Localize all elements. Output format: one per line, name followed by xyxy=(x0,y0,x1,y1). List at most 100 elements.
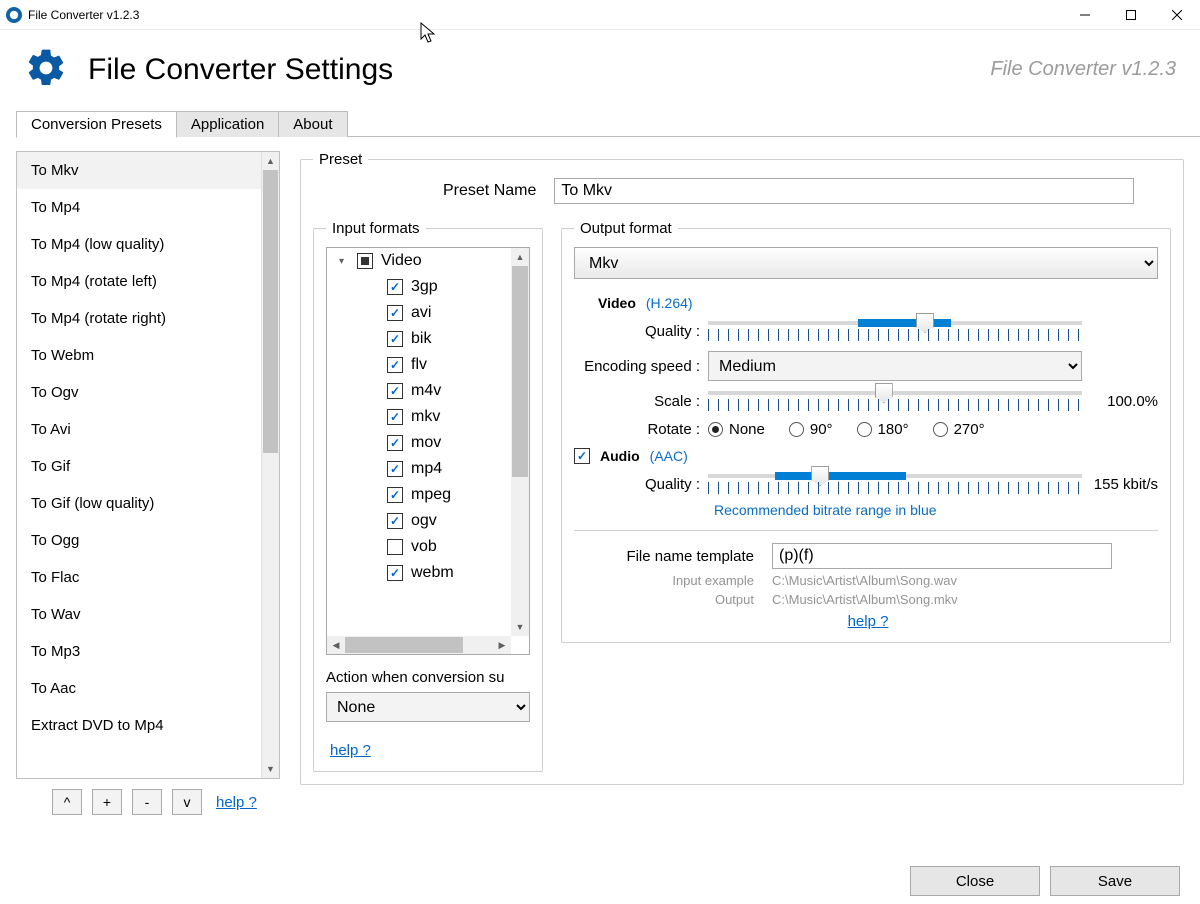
video-quality-label: Quality : xyxy=(574,323,708,340)
preset-list-item[interactable]: To Gif (low quality) xyxy=(17,485,279,522)
add-preset-button[interactable]: + xyxy=(92,789,122,815)
preset-list-item[interactable]: To Ogg xyxy=(17,522,279,559)
format-checkbox[interactable] xyxy=(387,487,403,503)
format-checkbox[interactable] xyxy=(387,539,403,555)
format-item[interactable]: mpeg xyxy=(327,482,529,508)
audio-codec-label: (AAC) xyxy=(650,448,688,464)
preset-list-scrollbar[interactable]: ▲ ▼ xyxy=(261,152,279,778)
encoding-speed-label: Encoding speed : xyxy=(574,358,708,375)
format-checkbox[interactable] xyxy=(387,279,403,295)
scroll-down-icon[interactable]: ▼ xyxy=(511,618,529,636)
collapse-icon[interactable]: ▾ xyxy=(339,256,349,267)
scale-label: Scale : xyxy=(574,393,708,410)
version-label: File Converter v1.2.3 xyxy=(990,58,1176,81)
tree-scrollbar-vertical[interactable]: ▲ ▼ xyxy=(511,248,529,636)
preset-list-item[interactable]: To Gif xyxy=(17,448,279,485)
format-label: mp4 xyxy=(411,460,442,478)
format-item[interactable]: webm xyxy=(327,560,529,586)
format-item[interactable]: mp4 xyxy=(327,456,529,482)
preset-list-item[interactable]: To Webm xyxy=(17,337,279,374)
format-checkbox[interactable] xyxy=(387,357,403,373)
tab-conversion-presets[interactable]: Conversion Presets xyxy=(16,111,177,138)
filename-help-link[interactable]: help ? xyxy=(848,613,889,630)
move-up-button[interactable]: ^ xyxy=(52,789,82,815)
preset-list-item[interactable]: To Aac xyxy=(17,670,279,707)
move-down-button[interactable]: v xyxy=(172,789,202,815)
rotate-radio[interactable]: 270° xyxy=(933,421,985,438)
minimize-button[interactable] xyxy=(1062,0,1108,30)
format-item[interactable]: ogv xyxy=(327,508,529,534)
format-item[interactable]: m4v xyxy=(327,378,529,404)
app-icon xyxy=(6,7,22,23)
preset-list-item[interactable]: To Avi xyxy=(17,411,279,448)
format-checkbox[interactable] xyxy=(387,461,403,477)
format-checkbox[interactable] xyxy=(387,435,403,451)
scroll-right-icon[interactable]: ▶ xyxy=(493,636,511,654)
preset-list-item[interactable]: To Mkv xyxy=(17,152,279,189)
tree-scrollbar-horizontal[interactable]: ◀ ▶ xyxy=(327,636,511,654)
preset-list-item[interactable]: To Wav xyxy=(17,596,279,633)
format-checkbox[interactable] xyxy=(387,409,403,425)
preset-name-input[interactable] xyxy=(554,178,1134,204)
preset-list-item[interactable]: To Mp4 (low quality) xyxy=(17,226,279,263)
rotate-radio[interactable]: None xyxy=(708,421,765,438)
audio-enabled-checkbox[interactable] xyxy=(574,448,590,464)
rotate-radio[interactable]: 90° xyxy=(789,421,833,438)
format-checkbox[interactable] xyxy=(387,565,403,581)
output-format-select[interactable]: Mkv xyxy=(574,247,1158,279)
preset-list-item[interactable]: To Ogv xyxy=(17,374,279,411)
scale-slider[interactable] xyxy=(708,387,1082,415)
encoding-speed-select[interactable]: Medium xyxy=(708,351,1082,381)
preset-list-item[interactable]: To Mp4 (rotate left) xyxy=(17,263,279,300)
scrollbar-thumb[interactable] xyxy=(263,170,278,453)
preset-list-item[interactable]: To Mp3 xyxy=(17,633,279,670)
format-checkbox[interactable] xyxy=(387,383,403,399)
format-item[interactable]: mov xyxy=(327,430,529,456)
page-title: File Converter Settings xyxy=(88,53,990,87)
scrollbar-thumb[interactable] xyxy=(345,637,463,653)
radio-icon xyxy=(789,422,804,437)
save-button[interactable]: Save xyxy=(1050,866,1180,896)
format-item[interactable]: mkv xyxy=(327,404,529,430)
scroll-up-icon[interactable]: ▲ xyxy=(262,152,279,170)
close-button[interactable]: Close xyxy=(910,866,1040,896)
format-item[interactable]: 3gp xyxy=(327,274,529,300)
scroll-left-icon[interactable]: ◀ xyxy=(327,636,345,654)
format-checkbox[interactable] xyxy=(387,331,403,347)
scroll-up-icon[interactable]: ▲ xyxy=(511,248,529,266)
preset-list-item[interactable]: To Flac xyxy=(17,559,279,596)
audio-quality-label: Quality : xyxy=(574,476,708,493)
scrollbar-thumb[interactable] xyxy=(512,266,528,477)
rotate-option-label: None xyxy=(729,421,765,438)
rotate-option-label: 180° xyxy=(878,421,909,438)
scroll-down-icon[interactable]: ▼ xyxy=(262,760,279,778)
filename-template-input[interactable] xyxy=(772,543,1112,569)
checkbox-video-group[interactable] xyxy=(357,253,373,269)
tab-about[interactable]: About xyxy=(278,111,347,137)
audio-quality-slider[interactable] xyxy=(708,470,1082,498)
format-item[interactable]: vob xyxy=(327,534,529,560)
format-checkbox[interactable] xyxy=(387,513,403,529)
tree-group-video[interactable]: ▾ Video xyxy=(327,248,529,274)
rotate-radio[interactable]: 180° xyxy=(857,421,909,438)
audio-section-title: Audio xyxy=(600,448,640,464)
close-window-button[interactable] xyxy=(1154,0,1200,30)
rotate-option-label: 270° xyxy=(954,421,985,438)
maximize-button[interactable] xyxy=(1108,0,1154,30)
preset-legend: Preset xyxy=(313,151,368,168)
window-title: File Converter v1.2.3 xyxy=(28,8,139,22)
remove-preset-button[interactable]: - xyxy=(132,789,162,815)
format-item[interactable]: avi xyxy=(327,300,529,326)
action-success-select[interactable]: None xyxy=(326,692,530,722)
format-checkbox[interactable] xyxy=(387,305,403,321)
format-label: 3gp xyxy=(411,278,438,296)
preset-list-item[interactable]: To Mp4 (rotate right) xyxy=(17,300,279,337)
video-quality-slider[interactable] xyxy=(708,317,1082,345)
tab-application[interactable]: Application xyxy=(176,111,279,137)
format-item[interactable]: flv xyxy=(327,352,529,378)
preset-help-link[interactable]: help ? xyxy=(216,794,257,811)
preset-list-item[interactable]: Extract DVD to Mp4 xyxy=(17,707,279,744)
input-formats-help-link[interactable]: help ? xyxy=(330,742,371,759)
preset-list-item[interactable]: To Mp4 xyxy=(17,189,279,226)
format-item[interactable]: bik xyxy=(327,326,529,352)
